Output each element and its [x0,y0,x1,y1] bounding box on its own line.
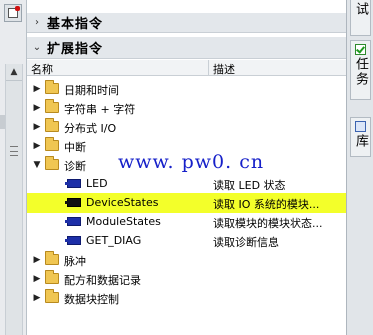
tree-item-recipe[interactable]: ▶ 配方和数据记录 [27,269,346,289]
instruction-description: 读取 LED 状态 [213,179,286,192]
collapse-arrow-icon[interactable]: ▼ [31,155,43,175]
section-basic-instructions[interactable]: › 基本指令 [27,13,346,33]
instructions-panel: › 基本指令 ⌄ 扩展指令 名称 描述 ▶ 日期和时间 ▶ 字符串 + 字符 ▶… [27,0,346,335]
folder-icon [45,289,59,303]
checkmark-icon [355,44,366,55]
vertical-scrollbar[interactable]: ▲ [5,64,23,335]
tree-item-data-block[interactable]: ▶ 数据块控制 [27,288,346,308]
folder-icon [45,80,59,94]
expand-arrow-icon[interactable]: ▶ [31,250,43,270]
tree-item-distributed-io[interactable]: ▶ 分布式 I/O [27,117,346,137]
tree-item-led[interactable]: LED 读取 LED 状态 [27,174,346,194]
instruction-description: 读取诊断信息 [213,236,279,249]
tab-label: 任务 [353,57,368,87]
folder-icon [45,137,59,151]
folder-icon [45,251,59,265]
folder-icon [45,99,59,113]
function-block-icon [65,179,81,188]
instruction-name: ModuleStates [86,215,161,228]
folder-icon [45,118,59,132]
function-block-icon [65,198,81,207]
tree-item-label: 脉冲 [64,255,86,268]
library-icon [355,121,366,132]
folder-open-icon [45,156,59,170]
tree-item-device-states[interactable]: DeviceStates 读取 IO 系统的模块... [27,193,346,213]
tree-item-string[interactable]: ▶ 字符串 + 字符 [27,98,346,118]
section-extended-instructions[interactable]: ⌄ 扩展指令 [27,37,346,59]
expand-arrow-icon[interactable]: ▶ [31,79,43,99]
tree-item-module-states[interactable]: ModuleStates 读取模块的模块状态... [27,212,346,232]
tab-label: 试 [353,2,368,17]
panel-toggle-button[interactable] [4,4,22,22]
tree-item-pulse[interactable]: ▶ 脉冲 [27,250,346,270]
expand-arrow-icon[interactable]: ▶ [31,288,43,308]
tab-tasks[interactable]: 任务 [350,40,371,100]
tree-item-label: 分布式 I/O [64,122,117,135]
function-block-icon [65,236,81,245]
tree-item-label: 配方和数据记录 [64,274,141,287]
instruction-description: 读取模块的模块状态... [213,217,323,230]
column-description-header[interactable]: 描述 [213,61,235,77]
window-icon [8,6,20,18]
tree-item-get-diag[interactable]: GET_DIAG 读取诊断信息 [27,231,346,251]
tree-item-label: 中断 [64,141,86,154]
left-gutter: ▲ [0,0,27,335]
column-name-header[interactable]: 名称 [31,61,53,77]
expand-arrow-icon[interactable]: ▶ [31,98,43,118]
column-separator[interactable] [208,60,209,76]
column-header: 名称 描述 [27,60,346,76]
expand-arrow-icon[interactable]: ▶ [31,269,43,289]
tree-item-label: 数据块控制 [64,293,119,306]
section-title: 基本指令 [47,17,104,32]
collapse-arrow-icon[interactable]: ⌄ [27,42,47,53]
instruction-name: DeviceStates [86,196,159,209]
scroll-up-arrow[interactable]: ▲ [6,64,22,81]
function-block-icon [65,217,81,226]
folder-icon [45,270,59,284]
tab-libraries[interactable]: 库 [350,117,371,157]
tab-test[interactable]: 试 [350,0,371,36]
tab-label: 库 [353,134,368,149]
tree-item-date-time[interactable]: ▶ 日期和时间 [27,79,346,99]
expand-arrow-icon[interactable]: ▶ [31,117,43,137]
instruction-name: GET_DIAG [86,234,142,247]
instruction-name: LED [86,177,108,190]
section-title: 扩展指令 [47,42,104,57]
right-task-cards: 试 任务 库 [346,0,373,335]
expand-arrow-icon[interactable]: ▶ [31,136,43,156]
tree-item-label: 日期和时间 [64,84,119,97]
tree-item-label: 字符串 + 字符 [64,103,136,116]
instruction-description: 读取 IO 系统的模块... [213,198,320,211]
watermark-text: www. pw0. cn [118,151,265,173]
scroll-grip-icon[interactable] [10,146,18,156]
tree-item-label: 诊断 [64,160,86,173]
expand-arrow-icon[interactable]: › [27,17,47,28]
